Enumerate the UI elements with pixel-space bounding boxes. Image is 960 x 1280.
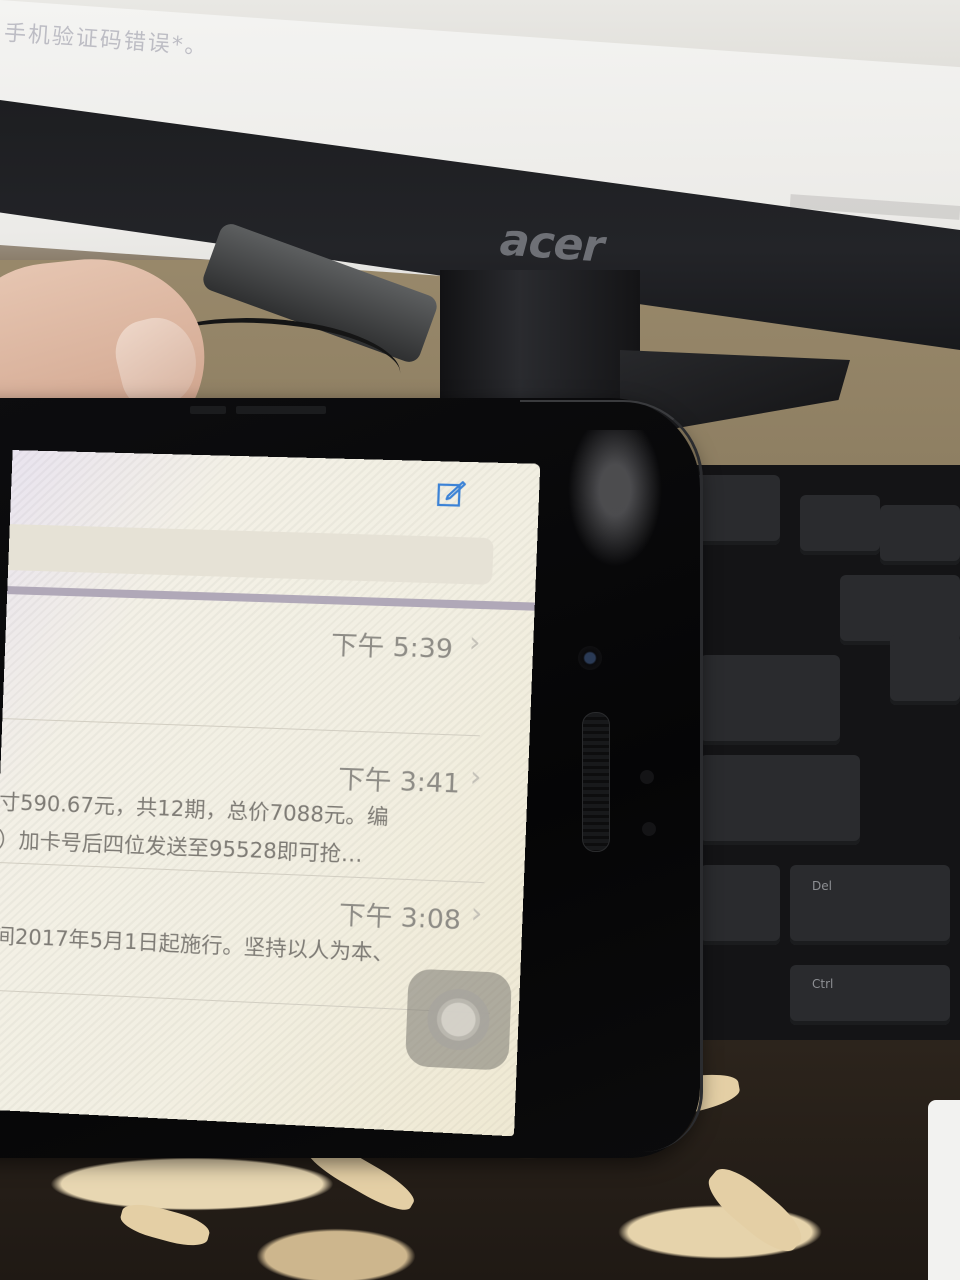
row-separator (2, 718, 480, 737)
keyboard-key-del: Del (790, 865, 950, 945)
assistive-touch-icon (426, 987, 491, 1052)
compose-icon[interactable] (435, 477, 467, 508)
volume-button[interactable] (236, 406, 326, 414)
ambient-sensor (642, 822, 656, 836)
monitor-brand-logo: acer (498, 214, 605, 273)
keyboard-key (700, 655, 840, 745)
keyboard-key (890, 635, 960, 705)
chevron-right-icon[interactable]: › (470, 896, 483, 930)
keyboard-key (880, 505, 960, 565)
keyboard-key-label: Ctrl (812, 977, 834, 991)
monitor-stand (440, 270, 640, 400)
message-preview[interactable]: 间2017年5月1日起施行。坚持以人为本、 (0, 920, 395, 968)
keyboard: Del Ctrl (660, 465, 960, 1045)
message-time: 下午 3:41 (337, 764, 461, 800)
assistive-touch-button[interactable] (404, 968, 513, 1071)
keyboard-key (800, 495, 880, 555)
front-camera (578, 646, 602, 670)
header-divider (7, 586, 535, 611)
message-time: 下午 5:39 (330, 630, 454, 666)
earpiece-speaker (582, 712, 610, 852)
keyboard-key (700, 755, 860, 845)
keyboard-key (700, 865, 780, 945)
message-preview[interactable]: ）加卡号后四位发送至95528即可抢… (0, 824, 363, 869)
search-field[interactable] (0, 523, 494, 585)
row-separator (0, 861, 485, 884)
chevron-right-icon[interactable]: › (469, 759, 482, 793)
tissue (928, 1100, 960, 1280)
phone-glare (560, 430, 670, 580)
keyboard-key-label: Del (812, 879, 832, 893)
proximity-sensor (640, 770, 654, 784)
keyboard-key-ctrl: Ctrl (790, 965, 950, 1025)
volume-button[interactable] (190, 406, 226, 414)
phone-screen: 下午 5:39 › 下午 3:41 › 寸590.67元，共12期，总价7088… (0, 450, 541, 1137)
message-time: 下午 3:08 (338, 900, 462, 937)
chevron-right-icon[interactable]: › (468, 625, 481, 659)
message-preview[interactable]: 寸590.67元，共12期，总价7088元。编 (0, 786, 389, 831)
